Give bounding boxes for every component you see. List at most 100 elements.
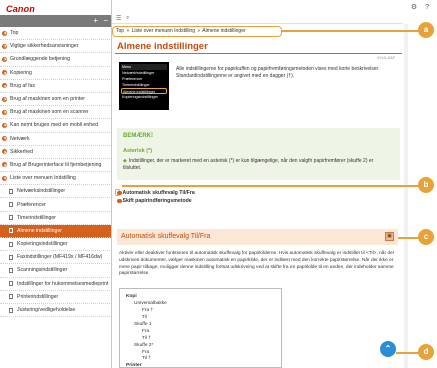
canon-logo: Canon <box>6 4 35 14</box>
menu-heading: Kopi <box>126 294 137 299</box>
breadcrumb-separator: » <box>126 28 130 34</box>
page-icon <box>9 241 13 247</box>
chapter-arrow-icon <box>2 109 7 115</box>
link-bullet-icon <box>117 198 122 204</box>
chapter-arrow-icon <box>2 136 7 142</box>
callout-c: c <box>418 229 434 245</box>
toc-item-label: Printerindstillinger <box>17 293 59 300</box>
collapse-all-icon[interactable]: − <box>103 16 108 25</box>
menu-line: Til † <box>142 336 151 341</box>
toc-item-label: Top <box>10 30 19 37</box>
section-title: Automatisk skuffevalg Til/Fra <box>121 233 211 240</box>
toc-item[interactable]: Præferencer <box>0 198 111 212</box>
toc-item-label: Liste over menuen Indstilling <box>10 175 76 182</box>
page-code: 0YUL-0AF <box>377 56 395 60</box>
note-label: BEMÆRK! <box>123 133 153 139</box>
menu-heading: Printer <box>126 363 142 368</box>
toc-item[interactable]: Kan nemt bruges med en mobil enhed <box>0 119 111 133</box>
page-icon <box>9 281 13 287</box>
search-icon[interactable]: ⌕ <box>126 15 129 22</box>
toc-item[interactable]: Netværksindstillinger <box>0 185 111 199</box>
menu-line: Til <box>142 315 147 320</box>
callout-a: a <box>418 22 434 38</box>
menu-line: Fra † <box>142 308 154 313</box>
breadcrumb-settings-menu[interactable]: Liste over menuen Indstilling <box>132 28 195 34</box>
content-pane: ⚙ ? ☰ ⌕ Top » Liste over menuen Indstill… <box>112 0 437 368</box>
callout-b: b <box>418 177 434 193</box>
page-icon <box>9 228 13 234</box>
chapter-arrow-icon <box>2 43 7 49</box>
chapter-arrow-icon <box>2 162 7 168</box>
list-icon[interactable]: ☰ <box>116 15 121 22</box>
page-icon <box>9 202 13 208</box>
toc-item[interactable]: Printerindstillinger <box>0 291 111 304</box>
chapter-arrow-icon <box>2 83 7 89</box>
breadcrumb-current: Almene indstillinger <box>202 28 246 34</box>
toc-item-label: Scanningsindstillinger <box>17 267 68 274</box>
toc-item[interactable]: Faxindstillinger (MF419x / MF416dw) <box>0 251 111 265</box>
expand-all-icon[interactable]: + <box>93 16 98 25</box>
menu-line: Skuffe 1 <box>134 322 152 327</box>
section-link-auto-tray[interactable]: Automatisk skuffevalg Til/Fra <box>117 190 195 196</box>
page-icon <box>9 188 13 194</box>
chapter-arrow-icon <box>2 70 7 76</box>
page-title: Almene indstillinger <box>117 41 208 52</box>
toc-item[interactable]: Almene indstillinger <box>0 224 111 238</box>
callout-b-leader <box>122 185 422 187</box>
section-link-label: Automatisk skuffevalg Til/Fra <box>122 190 195 196</box>
toc-item-label: Brug af maskinen som en scanner <box>10 109 89 116</box>
toc-item[interactable]: Vigtige sikkerhedsanvisninger <box>0 40 111 54</box>
toc-item[interactable]: Indstillinger for hukommelsesmedieprint <box>0 278 111 291</box>
toc-item[interactable]: Sikkerhed <box>0 146 111 159</box>
section-link-feed-method[interactable]: Skift papirindføringsmetode <box>117 198 192 204</box>
section-link-label: Skift papirindføringsmetode <box>122 198 192 204</box>
toc-item[interactable]: Kopiering <box>0 67 111 80</box>
toc-item[interactable]: Brug af maskinen som en scanner <box>0 106 111 120</box>
toc-item[interactable]: Top <box>0 27 111 41</box>
section-header: Automatisk skuffevalg Til/Fra ▣ <box>117 229 398 245</box>
toc-item[interactable]: Grundlæggende betjening <box>0 53 111 67</box>
menu-line: Til † <box>142 356 151 361</box>
toc-item[interactable]: Brug af Brugerinterface til fjernbetjeni… <box>0 159 111 173</box>
scroll-to-top-button[interactable]: ⌃ <box>380 341 396 357</box>
toc-item-label: Netværksindstillinger <box>17 188 66 195</box>
chapter-arrow-icon <box>2 149 7 155</box>
toc-list: Top Vigtige sikkerhedsanvisninger Grundlæg… <box>0 27 111 318</box>
intro-text: Alle indstillingerne for papirkuffen og … <box>176 66 380 79</box>
settings-icon[interactable]: ⚙ <box>411 4 417 11</box>
breadcrumb-top[interactable]: Top <box>116 28 124 34</box>
menu-line: Fra <box>142 329 150 334</box>
note-box: BEMÆRK! Asterisk (*) ◆ Indstillinger, der… <box>117 128 400 180</box>
toc-item-label: Almene indstillinger <box>17 227 62 234</box>
content-toolbar: ☰ ⌕ <box>112 14 403 24</box>
callout-a-leader <box>282 30 422 32</box>
toc-item[interactable]: Netværk <box>0 133 111 146</box>
toc-item-label: Sikkerhed <box>10 148 34 155</box>
toc-item-label: Brug af fax <box>10 82 36 89</box>
toc-item-label: Netværk <box>10 135 30 142</box>
page-icon <box>9 215 13 221</box>
collapse-section-icon[interactable]: ▣ <box>385 232 394 241</box>
toc-item[interactable]: Brug af maskinen som en printer <box>0 93 111 107</box>
page-icon <box>9 267 13 273</box>
chapter-arrow-icon <box>2 122 7 128</box>
toc-item[interactable]: Scanningsindstillinger <box>0 264 111 278</box>
page-icon <box>9 254 13 260</box>
toc-item-label: Kan nemt bruges med en mobil enhed <box>10 122 98 129</box>
toc-item[interactable]: Kopieringsindstillinger <box>0 238 111 252</box>
note-text: ◆ Indstillinger, der er markeret med en a… <box>123 158 383 172</box>
menu-line: Fra <box>142 350 150 355</box>
link-bullet-icon <box>117 190 122 196</box>
screen-row: Kopieringsindstillinger <box>122 95 158 99</box>
note-subtitle: Asterisk (*) <box>123 148 153 154</box>
toc-item[interactable]: Justering/vedligeholdelse <box>0 304 111 318</box>
toc-item[interactable]: Brug af fax <box>0 80 111 93</box>
toc-pane: Canon + − Top Vigtige sikkerhedsanvisning… <box>0 0 112 368</box>
chapter-arrow-icon <box>2 96 7 102</box>
toc-item-label: Præferencer <box>17 201 46 208</box>
toc-item[interactable]: Timerindstillinger <box>0 212 111 225</box>
help-icon[interactable]: ? <box>425 4 429 11</box>
scrollbar[interactable] <box>404 24 408 368</box>
toc-item[interactable]: Liste over menuen Indstilling <box>0 172 111 186</box>
toc-item-label: Kopiering <box>10 69 32 76</box>
